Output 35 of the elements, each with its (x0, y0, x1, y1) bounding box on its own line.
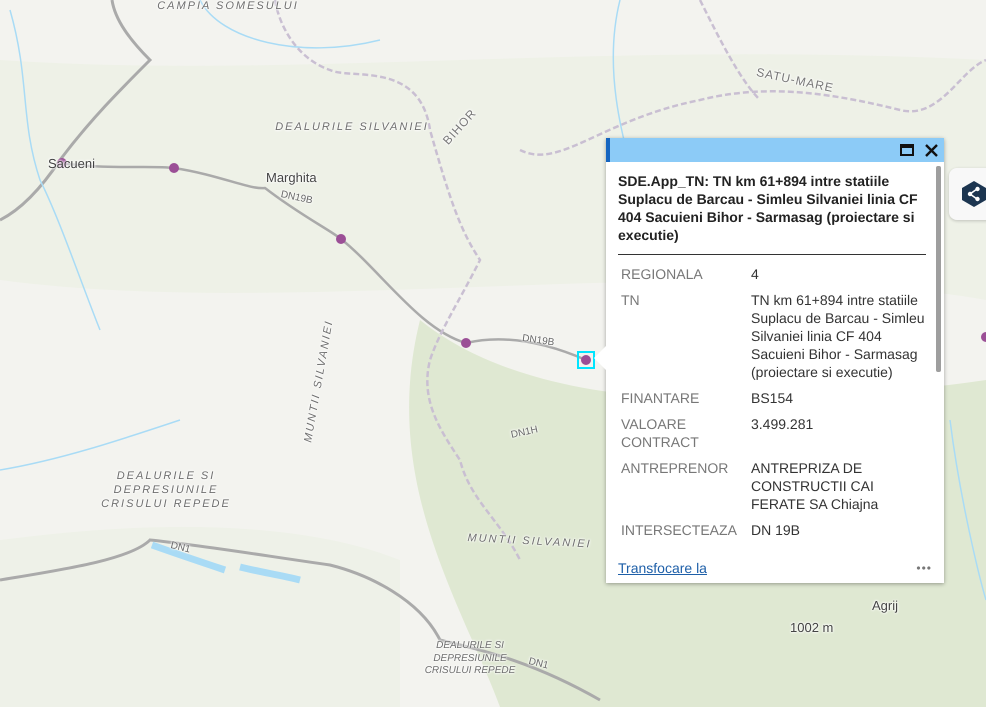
map-label: DN1H (510, 423, 540, 442)
more-button[interactable]: ••• (916, 561, 932, 575)
map-label: 1002 m (790, 620, 834, 636)
map-label: DN1 (526, 656, 550, 674)
maximize-button[interactable] (898, 141, 916, 159)
field-value: ANTREPRIZA DE CONSTRUCTII CAI FERATE SA Chiajna (751, 459, 880, 513)
close-icon (924, 144, 938, 156)
field-value: BS154 (751, 389, 794, 407)
field-value: DN 19B (751, 521, 802, 539)
map-label: DN19B (279, 189, 315, 208)
share-button[interactable] (949, 168, 986, 220)
field-label: VALOARE CONTRACT (621, 415, 700, 451)
share-icon (961, 180, 986, 208)
popup-title: SDE.App_TN: TN km 61+894 intre statiile Suplacu de Barcau - Simleu Silvaniei linia CF 404 Sacuieni Bihor - Sarmasag (proiectare si executie) (618, 172, 926, 255)
map-label: MUNTII SILVANIEI (466, 530, 593, 552)
map-label: Agrij (872, 598, 900, 614)
field-value: 4 (751, 265, 760, 283)
map-label: DEALURILE SILVANIEI (274, 121, 430, 135)
close-button[interactable] (922, 141, 940, 159)
maximize-icon (900, 144, 914, 156)
scrollbar-thumb[interactable] (936, 166, 941, 372)
field-label: TN (621, 291, 641, 310)
map-label: DEALURILE SI DEPRESIUNILE CRISULUI REPEDE (100, 470, 232, 512)
field-label: FINANTARE (621, 389, 700, 407)
map-label: DEALURILE SI DEPRESIUNILE CRISULUI REPEDE (424, 640, 516, 678)
map-label: MUNTII SILVANIEI (301, 318, 337, 446)
field-label: REGIONALA (621, 265, 704, 283)
zoom-to-link[interactable]: Transfocare la (618, 560, 707, 576)
map-label: Marghita (266, 170, 318, 186)
field-label: INTERSECTEAZA (621, 521, 738, 539)
field-label: ANTREPRENOR (621, 459, 730, 478)
field-value: TN km 61+894 intre statiile Suplacu de Barcau - Simleu Silvaniei linia CF 404 Sacuieni Bihor - Sarmasag (proiectare si executie) (751, 291, 926, 381)
field-value: 3.499.281 (751, 415, 814, 434)
map-label: DN1 (168, 540, 192, 558)
map-label: DN19B (521, 333, 556, 350)
